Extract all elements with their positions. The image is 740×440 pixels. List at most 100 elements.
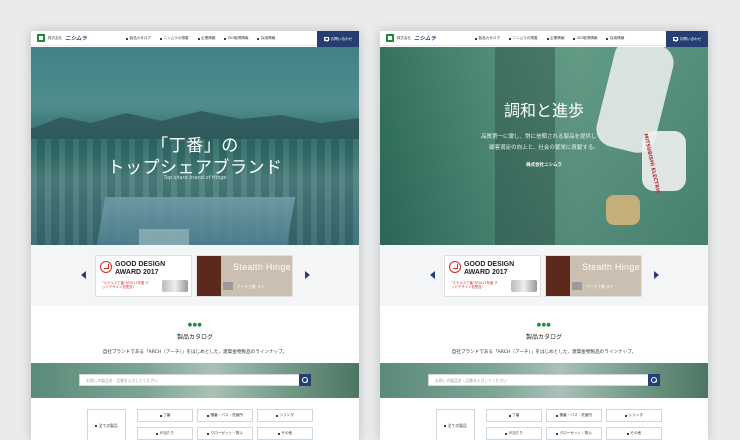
logo[interactable]: 株式会社 ニシムラ <box>37 34 87 42</box>
category-grid: 全ての製品 丁番 蝶番・バス・洗面所 シリンダ 戸当たり クローゼット・物入 そ… <box>380 409 708 440</box>
bullet-icon <box>444 424 447 427</box>
hero-copy-line2: 顧客満足の向上と、社会の繁栄に貢献する。 <box>489 145 599 151</box>
mail-icon <box>323 37 329 41</box>
logo-small-text: 株式会社 <box>397 35 411 40</box>
search-icon[interactable] <box>648 374 660 386</box>
category-other[interactable]: その他 <box>257 427 313 440</box>
door-image <box>197 256 221 296</box>
nav-bullet-icon <box>606 37 609 40</box>
section-dots: ●●● <box>187 322 203 328</box>
category-label: クローゼット・物入 <box>210 431 243 435</box>
banner-stealth-hinge[interactable]: Stealth Hinge アーチ丁番 ステ <box>545 255 642 297</box>
category-label: 丁番 <box>163 413 171 417</box>
stealth-hinge-title: Stealth Hinge <box>233 262 291 272</box>
category-other[interactable]: その他 <box>606 427 662 440</box>
all-products-button[interactable]: 全ての製品 <box>436 409 475 440</box>
bullet-icon <box>626 432 629 435</box>
category-label: 戸当たり <box>159 431 174 435</box>
carousel-prev-arrow-icon[interactable] <box>430 271 435 279</box>
hero-heading: 調和と進歩 <box>503 101 584 120</box>
category-label: 蝶番・バス・洗面所 <box>559 413 592 417</box>
search-placeholder: お探しの製品名・品番を入力してください <box>86 378 158 383</box>
hero-subheading: Top share brand of Hinge <box>163 175 227 181</box>
bullet-icon <box>556 432 559 435</box>
hero-slide-hinge: 「丁番」の トップシェアブランド Top share brand of Hing… <box>31 47 359 245</box>
nav-item-company[interactable]: 企業情報 <box>546 36 565 41</box>
good-design-logo-icon <box>100 261 112 273</box>
all-products-label: 全ての製品 <box>98 422 118 428</box>
nav-item-philosophy[interactable]: ニシムラの想善 <box>509 36 538 41</box>
hero-slide-harmony: MITSUBISHI ELECTRIC 調和と進歩 品質第一に徹し、常に信頼され… <box>380 47 708 245</box>
catalog-description: 自社ブランドである「ARCH（アーチ）」をはじめとした、建築金物製品のラインナッ… <box>451 350 637 355</box>
nav-label: ニシムラの想善 <box>163 36 189 40</box>
good-design-logo-icon <box>449 261 461 273</box>
nav-item-recruit[interactable]: 採用情報 <box>606 36 624 41</box>
nav-item-iso[interactable]: ISO取得情報 <box>573 36 597 41</box>
nav-bullet-icon <box>224 37 227 40</box>
banner-good-design[interactable]: GOOD DESIGN AWARD 2017 "ステルス丁番"が2017年度 グ… <box>444 255 541 297</box>
bullet-icon <box>159 414 162 417</box>
product-search-input[interactable]: お探しの製品名・品番を入力してください <box>428 374 660 386</box>
factory-roof <box>96 197 296 245</box>
bullet-icon <box>156 432 159 435</box>
category-label: シリンダ <box>279 413 294 417</box>
carousel-next-arrow-icon[interactable] <box>305 271 310 279</box>
nav-item-iso[interactable]: ISO取得情報 <box>224 36 248 41</box>
all-products-button[interactable]: 全ての製品 <box>87 409 126 440</box>
nav-label: 製品カタログ <box>478 36 501 40</box>
category-hinge[interactable]: 丁番 <box>137 409 193 422</box>
catalog-section: ●●● 製品カタログ 自社ブランドである「ARCH（アーチ）」をはじめとした、建… <box>380 306 708 440</box>
carousel-prev-arrow-icon[interactable] <box>81 271 86 279</box>
banner-good-design[interactable]: GOOD DESIGN AWARD 2017 "ステルス丁番"が2017年度 グ… <box>95 255 192 297</box>
nav-item-philosophy[interactable]: ニシムラの想善 <box>160 36 189 41</box>
gd-note: "ステルス丁番"が2017年度 グッドデザイン賞受賞! <box>102 281 149 290</box>
product-search-input[interactable]: お探しの製品名・品番を入力してください <box>79 374 311 386</box>
contact-label: お問い合わせ <box>679 36 702 41</box>
banner-carousel: GOOD DESIGN AWARD 2017 "ステルス丁番"が2017年度 グ… <box>31 245 359 306</box>
bullet-icon <box>95 424 98 427</box>
logo[interactable]: 株式会社 ニシムラ <box>386 34 436 42</box>
nav-item-catalog[interactable]: 製品カタログ <box>475 36 500 41</box>
contact-button[interactable]: お問い合わせ <box>666 31 708 47</box>
category-bath[interactable]: 蝶番・バス・洗面所 <box>546 409 602 422</box>
search-icon[interactable] <box>299 374 311 386</box>
category-bath[interactable]: 蝶番・バス・洗面所 <box>197 409 253 422</box>
door-image <box>546 256 570 296</box>
hinge-product-image <box>162 280 188 292</box>
bullet-icon <box>505 432 508 435</box>
nav-label: ISO取得情報 <box>227 36 249 40</box>
nav-bullet-icon <box>573 37 576 40</box>
category-hinge[interactable]: 丁番 <box>486 409 542 422</box>
gd-note: "ステルス丁番"が2017年度 グッドデザイン賞受賞! <box>451 281 498 290</box>
nav-bullet-icon <box>197 37 200 40</box>
nav-item-company[interactable]: 企業情報 <box>197 36 216 41</box>
nav-item-catalog[interactable]: 製品カタログ <box>126 36 151 41</box>
category-cylinder[interactable]: シリンダ <box>606 409 662 422</box>
nav-label: 企業情報 <box>201 36 216 40</box>
carousel-next-arrow-icon[interactable] <box>654 271 659 279</box>
nav-bullet-icon <box>257 37 260 40</box>
catalog-title: 製品カタログ <box>525 334 562 341</box>
category-label: 丁番 <box>512 413 520 417</box>
category-label: その他 <box>630 431 642 435</box>
hero-logo: 株式会社ニシムラ <box>526 163 562 168</box>
nav-item-recruit[interactable]: 採用情報 <box>257 36 275 41</box>
contact-button[interactable]: お問い合わせ <box>317 31 359 47</box>
page-mockup-left: 株式会社 ニシムラ 製品カタログ ニシムラの想善 企業情報 ISO取得情報 採用… <box>31 31 359 440</box>
category-cylinder[interactable]: シリンダ <box>257 409 313 422</box>
nav-label: ISO取得情報 <box>576 36 598 40</box>
category-doorstop[interactable]: 戸当たり <box>486 427 542 440</box>
category-closet[interactable]: クローゼット・物入 <box>546 427 602 440</box>
category-doorstop[interactable]: 戸当たり <box>137 427 193 440</box>
bullet-icon <box>207 432 210 435</box>
hero-copy-line1: 品質第一に徹し、常に信頼される製品を提供して、 <box>480 134 608 140</box>
nav-label: 企業情報 <box>550 36 565 40</box>
category-closet[interactable]: クローゼット・物入 <box>197 427 253 440</box>
nav-bullet-icon <box>546 37 549 40</box>
page-mockup-right: 株式会社 ニシムラ 製品カタログ ニシムラの想善 企業情報 ISO取得情報 採用… <box>380 31 708 440</box>
category-grid: 全ての製品 丁番 蝶番・バス・洗面所 シリンダ 戸当たり クローゼット・物入 そ… <box>31 409 359 440</box>
site-header: 株式会社 ニシムラ 製品カタログ ニシムラの想善 企業情報 ISO取得情報 採用… <box>31 31 359 47</box>
banner-carousel: GOOD DESIGN AWARD 2017 "ステルス丁番"が2017年度 グ… <box>380 245 708 306</box>
banner-stealth-hinge[interactable]: Stealth Hinge アーチ丁番 ステ <box>196 255 293 297</box>
hinge-image <box>223 282 233 290</box>
